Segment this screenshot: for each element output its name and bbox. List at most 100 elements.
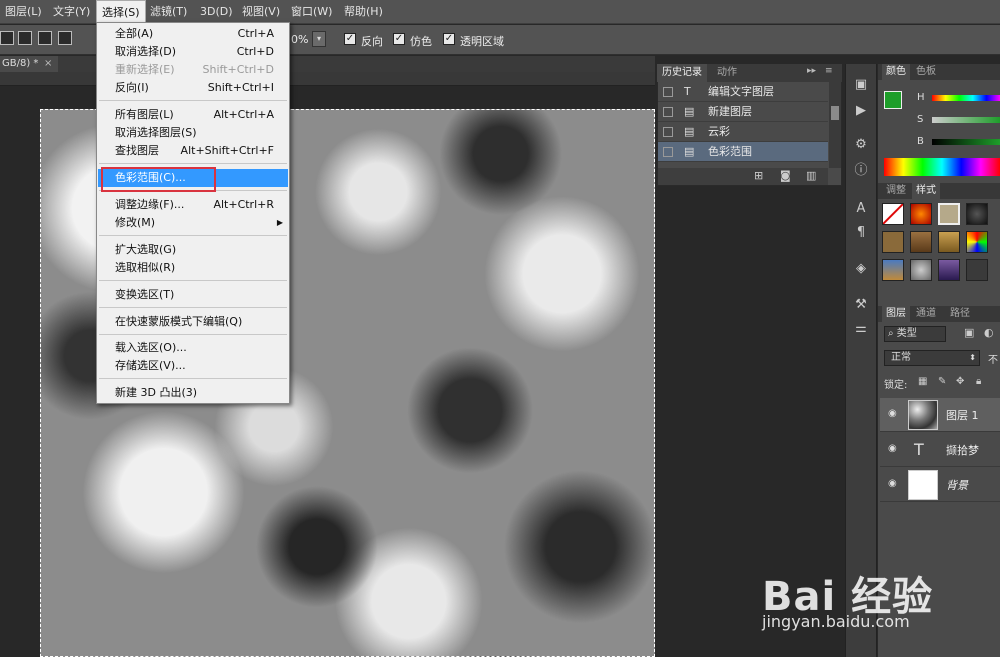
menu-type[interactable]: 文字(Y): [48, 0, 95, 24]
brush-settings-icon[interactable]: ⚌: [848, 318, 874, 340]
tab-swatches[interactable]: 色板: [912, 64, 940, 80]
blend-mode-dropdown[interactable]: 正常 ⬍: [884, 350, 980, 366]
paragraph-icon[interactable]: ¶: [848, 222, 874, 244]
menu-select[interactable]: 选择(S): [96, 0, 146, 24]
tab-color[interactable]: 颜色: [882, 64, 910, 80]
3d-cube-icon[interactable]: ◈: [848, 258, 874, 280]
layer-name[interactable]: 撷拾梦: [946, 442, 979, 458]
menu-item-find-layers[interactable]: 查找图层 Alt+Shift+Ctrl+F: [98, 142, 288, 160]
visibility-eye-icon[interactable]: ◉: [888, 408, 897, 419]
menu-item-inverse[interactable]: 反向(I) Shift+Ctrl+I: [98, 79, 288, 97]
layer-filter-dropdown[interactable]: ⌕ 类型: [884, 326, 946, 342]
visibility-eye-icon[interactable]: ◉: [888, 443, 897, 454]
trash-icon[interactable]: ▥: [806, 169, 816, 182]
menu-item-load-selection[interactable]: 载入选区(O)...: [98, 339, 288, 357]
menu-layer[interactable]: 图层(L): [0, 0, 47, 24]
close-tab-icon[interactable]: ×: [44, 56, 52, 72]
lock-position-icon[interactable]: ✥: [956, 376, 964, 387]
menu-3d[interactable]: 3D(D): [195, 0, 238, 24]
collapse-icon[interactable]: ▸▸: [807, 66, 816, 76]
add-selection-icon[interactable]: [18, 31, 32, 45]
menu-item-deselect[interactable]: 取消选择(D) Ctrl+D: [98, 43, 288, 61]
menu-item-transform-selection[interactable]: 变换选区(T): [98, 286, 288, 304]
menu-filter[interactable]: 滤镜(T): [145, 0, 192, 24]
menu-item-save-selection[interactable]: 存储选区(V)...: [98, 357, 288, 375]
hue-slider[interactable]: [932, 95, 1000, 101]
layer-name[interactable]: 背景: [946, 477, 968, 493]
history-item[interactable]: ▤ 新建图层: [658, 102, 828, 122]
tab-channels[interactable]: 通道: [912, 306, 940, 322]
menu-item-all-layers[interactable]: 所有图层(L) Alt+Ctrl+A: [98, 106, 288, 124]
menu-view[interactable]: 视图(V): [237, 0, 285, 24]
new-selection-icon[interactable]: [0, 31, 14, 45]
camera-icon[interactable]: ◙: [780, 169, 791, 182]
history-icon[interactable]: ▣: [848, 74, 874, 96]
menu-item-select-all[interactable]: 全部(A) Ctrl+A: [98, 25, 288, 43]
tab-adjustments[interactable]: 调整: [882, 183, 910, 199]
adjustment-filter-icon[interactable]: ◐: [984, 326, 994, 339]
new-document-icon[interactable]: ⊞: [754, 169, 763, 182]
style-swatch[interactable]: [966, 231, 988, 253]
pixel-filter-icon[interactable]: ▣: [964, 326, 974, 339]
style-swatch[interactable]: [882, 231, 904, 253]
snapshot-checkbox[interactable]: [663, 127, 673, 137]
brightness-slider[interactable]: [932, 139, 1000, 145]
menu-item-modify[interactable]: 修改(M) ▶: [98, 214, 288, 232]
properties-icon[interactable]: ⚙: [848, 134, 874, 156]
character-icon[interactable]: A: [848, 198, 874, 220]
layer-name[interactable]: 图层 1: [946, 407, 979, 423]
menu-item-grow[interactable]: 扩大选取(G): [98, 241, 288, 259]
style-none-swatch[interactable]: [882, 203, 904, 225]
menu-item-new-3d-extrusion[interactable]: 新建 3D 凸出(3): [98, 384, 288, 402]
document-tab[interactable]: GB/8) * ×: [0, 56, 58, 72]
layer-row[interactable]: ◉ T 撷拾梦: [880, 433, 1000, 467]
history-item[interactable]: ▤ 云彩: [658, 122, 828, 142]
menu-help[interactable]: 帮助(H): [339, 0, 388, 24]
lock-transparency-icon[interactable]: ▦: [918, 376, 927, 387]
tab-paths[interactable]: 路径: [946, 306, 974, 322]
menu-item-quick-mask[interactable]: 在快速蒙版模式下编辑(Q): [98, 313, 288, 331]
style-swatch[interactable]: [910, 231, 932, 253]
menu-item-deselect-layers[interactable]: 取消选择图层(S): [98, 124, 288, 142]
tab-history[interactable]: 历史记录: [657, 64, 707, 82]
menu-item-refine-edge[interactable]: 调整边缘(F)... Alt+Ctrl+R: [98, 196, 288, 214]
zoom-value[interactable]: 0%: [291, 33, 308, 46]
tool-presets-icon[interactable]: ⚒: [848, 294, 874, 316]
history-item-selected[interactable]: ▤ 色彩范围: [658, 142, 828, 162]
tab-actions[interactable]: 动作: [712, 64, 742, 82]
snapshot-checkbox[interactable]: [663, 147, 673, 157]
dither-checkbox[interactable]: ✓: [393, 33, 405, 45]
style-swatch[interactable]: [910, 259, 932, 281]
menu-item-similar[interactable]: 选取相似(R): [98, 259, 288, 277]
saturation-slider[interactable]: [932, 117, 1000, 123]
style-swatch[interactable]: [882, 259, 904, 281]
style-swatch[interactable]: [966, 259, 988, 281]
visibility-eye-icon[interactable]: ◉: [888, 478, 897, 489]
transparency-checkbox[interactable]: ✓: [443, 33, 455, 45]
play-icon[interactable]: ▶: [848, 100, 874, 122]
invert-checkbox[interactable]: ✓: [344, 33, 356, 45]
snapshot-checkbox[interactable]: [663, 87, 673, 97]
style-swatch[interactable]: [966, 203, 988, 225]
style-swatch-selected[interactable]: [938, 203, 960, 225]
style-swatch[interactable]: [938, 259, 960, 281]
zoom-dropdown-icon[interactable]: ▾: [312, 31, 326, 47]
menu-window[interactable]: 窗口(W): [286, 0, 337, 24]
tab-styles[interactable]: 样式: [912, 183, 940, 199]
history-item[interactable]: T 编辑文字图层: [658, 82, 828, 102]
scrollbar-thumb[interactable]: [831, 106, 839, 120]
style-swatch[interactable]: [938, 231, 960, 253]
layer-row-selected[interactable]: ◉ 图层 1: [880, 398, 1000, 432]
foreground-color-swatch[interactable]: [884, 91, 902, 109]
style-swatch[interactable]: [910, 203, 932, 225]
tab-layers[interactable]: 图层: [882, 306, 910, 322]
lock-all-icon[interactable]: 🔒︎: [976, 376, 981, 387]
info-icon[interactable]: ⓘ: [848, 160, 874, 182]
layer-row[interactable]: ◉ 背景: [880, 468, 1000, 502]
subtract-selection-icon[interactable]: [38, 31, 52, 45]
history-scrollbar[interactable]: [829, 82, 841, 168]
snapshot-checkbox[interactable]: [663, 107, 673, 117]
panel-menu-icon[interactable]: ≡: [825, 66, 833, 76]
lock-paint-icon[interactable]: ✎: [938, 376, 946, 387]
color-spectrum-bar[interactable]: [884, 158, 1000, 176]
